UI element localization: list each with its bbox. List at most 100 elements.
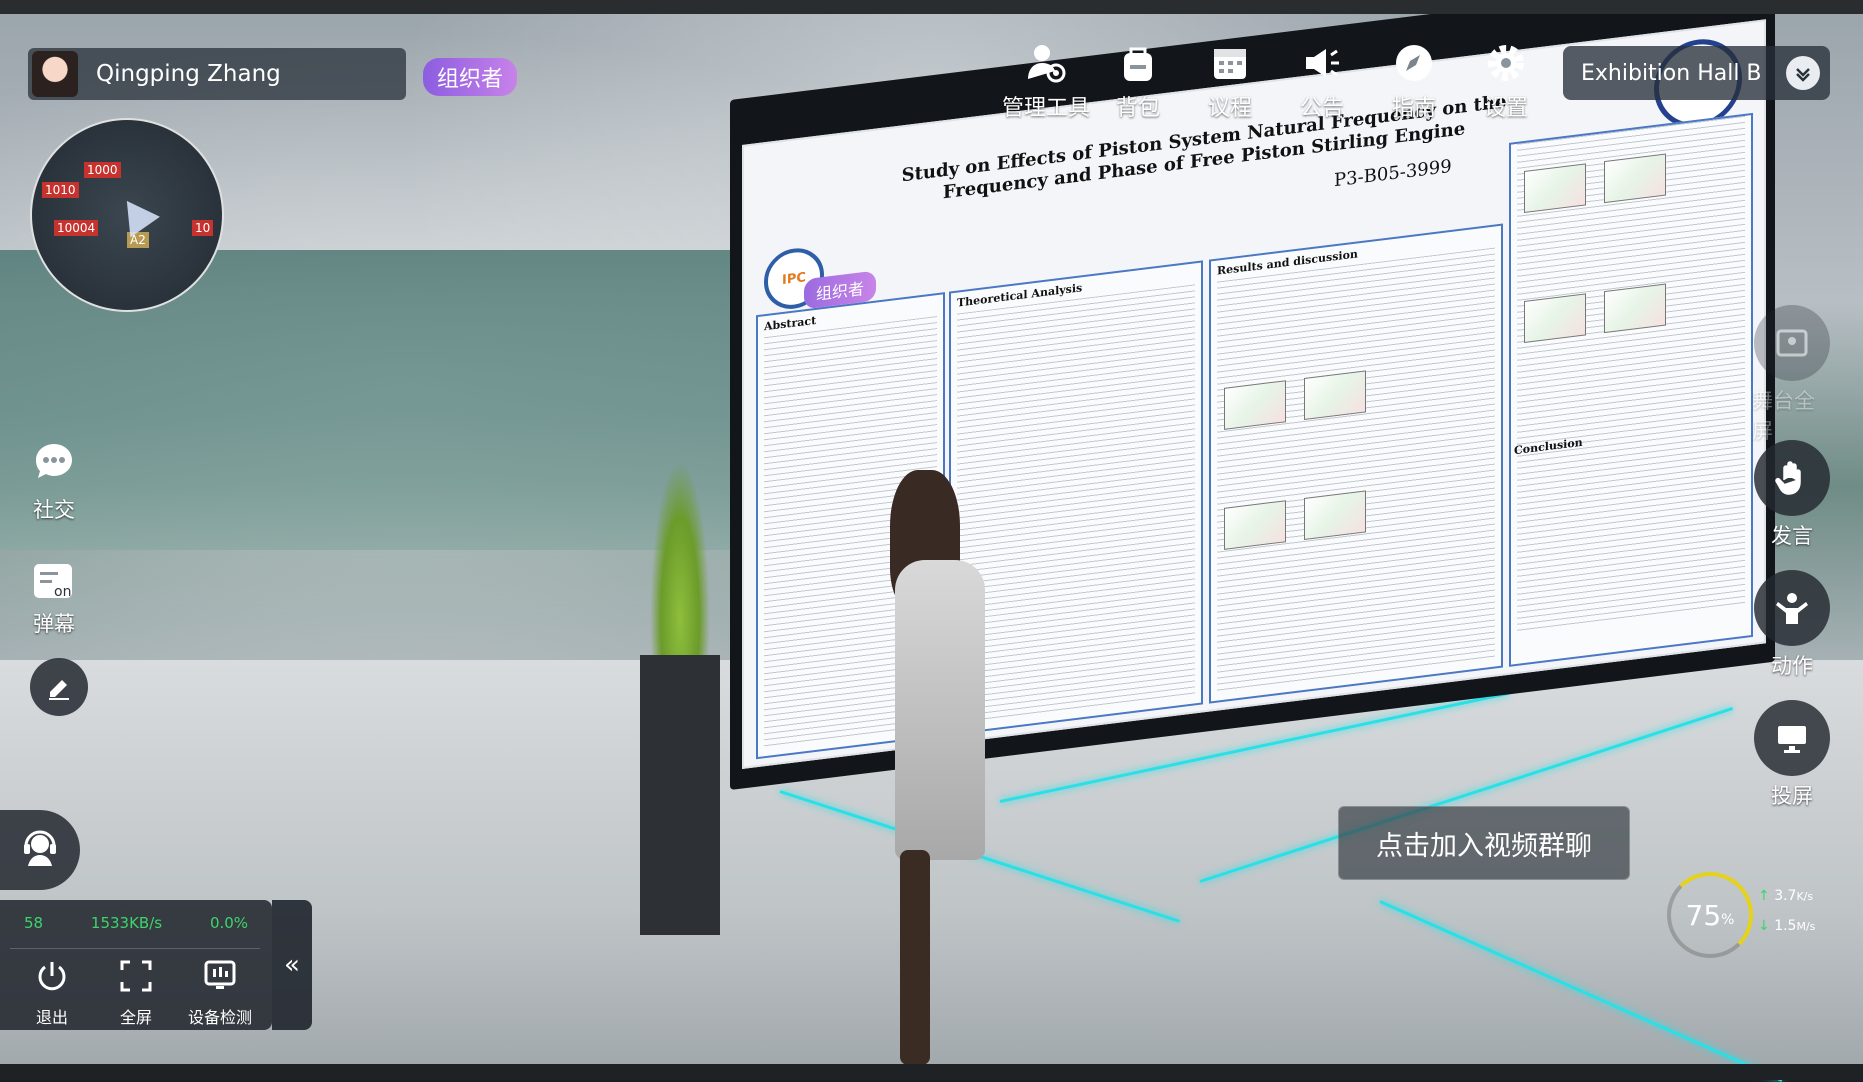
minimap[interactable]: 1010 1000 10004 A2 10 (30, 118, 224, 312)
avatar-dress (895, 560, 985, 860)
chat-bubble-icon (30, 438, 78, 490)
pencil-icon (30, 658, 88, 716)
chevron-down-icon (1786, 56, 1820, 90)
poster-figure (1524, 163, 1586, 213)
tool-label: 公告 (1299, 96, 1344, 121)
upload-value: 3.7 (1774, 888, 1797, 904)
fullscreen-button[interactable]: 全屏 (96, 958, 176, 1028)
user-card[interactable]: Qingping Zhang (28, 48, 406, 100)
tool-admin[interactable]: 管理工具 (1000, 40, 1092, 122)
arrow-up-icon: ↑ (1758, 888, 1770, 904)
poster-figure (1524, 293, 1586, 343)
stage-icon (1754, 305, 1830, 381)
poster-text-lines (1217, 247, 1495, 692)
stage-fullscreen-label: 舞台全屏 (1752, 389, 1815, 443)
customer-service-button[interactable] (0, 810, 80, 890)
headset-icon (18, 826, 62, 874)
poster-figure (1304, 370, 1366, 420)
minimap-tag: 10004 (54, 220, 99, 236)
raise-hand-icon (1754, 440, 1830, 516)
fullscreen-label: 全屏 (119, 1008, 152, 1027)
danmu-toggle[interactable]: on 弹幕 (30, 560, 78, 638)
device-check-icon (202, 958, 238, 998)
divider (10, 948, 260, 949)
collapse-panel-button[interactable]: « (272, 900, 312, 1030)
backpack-icon (1115, 40, 1161, 86)
megaphone-icon (1299, 40, 1345, 86)
poster-figure (1304, 490, 1366, 540)
speak-button[interactable]: 发言 (1752, 440, 1832, 550)
speak-label: 发言 (1771, 524, 1813, 548)
tool-backpack[interactable]: 背包 (1092, 40, 1184, 122)
action-button[interactable]: 动作 (1752, 570, 1832, 680)
top-toolbar: 管理工具 背包 议程 公告 指南 设置 (1000, 40, 1552, 122)
hall-selector[interactable]: Exhibition Hall B (1563, 46, 1830, 100)
bottom-edge (0, 1064, 1863, 1080)
user-name: Qingping Zhang (96, 61, 281, 87)
tool-label: 设置 (1483, 96, 1528, 121)
minimap-tag: 10 (192, 220, 214, 236)
role-badge: 组织者 (423, 58, 518, 96)
exit-button[interactable]: 退出 (12, 958, 92, 1028)
bandwidth-value: 1533KB/s (90, 914, 163, 932)
poster-figure (1224, 380, 1286, 430)
download-value: 1.5 (1774, 918, 1797, 934)
device-check-label: 设备检测 (187, 1008, 252, 1027)
packet-loss-value: 0.0% (209, 914, 249, 932)
poster-figure (1604, 153, 1666, 204)
network-meter: 75% (1667, 872, 1753, 958)
social-button[interactable]: 社交 (30, 438, 78, 524)
person-pose-icon (1754, 570, 1830, 646)
tool-label: 指南 (1391, 96, 1436, 121)
tool-label: 管理工具 (1001, 96, 1090, 121)
player-direction-icon (112, 190, 160, 238)
social-label: 社交 (33, 498, 75, 522)
compass-icon (1391, 40, 1437, 86)
poster-code: P3-B05-3999 (1334, 155, 1452, 192)
danmu-on-text: on (54, 584, 72, 600)
tool-label: 议程 (1207, 96, 1252, 121)
edit-button[interactable] (30, 658, 88, 716)
tool-label: 背包 (1115, 96, 1160, 121)
avatar (32, 51, 78, 97)
screen-icon (1754, 700, 1830, 776)
status-panel: 58 1533KB/s 0.0% 退出 全屏 设备检测 (0, 900, 272, 1030)
join-video-chat-button[interactable]: 点击加入视频群聊 (1338, 806, 1630, 880)
upload-unit: K/s (1796, 890, 1814, 903)
arrow-down-icon: ↓ (1758, 918, 1770, 934)
download-unit: M/s (1796, 920, 1816, 933)
fullscreen-icon (118, 958, 154, 998)
minimap-tag: 1000 (84, 162, 121, 178)
tool-guide[interactable]: 指南 (1368, 40, 1460, 122)
tool-agenda[interactable]: 议程 (1184, 40, 1276, 122)
danmu-label: 弹幕 (33, 612, 75, 636)
screen-cast-label: 投屏 (1771, 784, 1813, 808)
admin-tools-icon (1023, 40, 1069, 86)
network-unit: % (1721, 912, 1735, 928)
gear-icon (1483, 40, 1529, 86)
top-edge (0, 0, 1863, 14)
fps-value: 58 (23, 914, 44, 932)
upload-rate: ↑ 3.7K/s (1758, 888, 1813, 904)
exit-label: 退出 (35, 1008, 68, 1027)
calendar-icon (1207, 40, 1253, 86)
tool-settings[interactable]: 设置 (1460, 40, 1552, 122)
screen-cast-button[interactable]: 投屏 (1752, 700, 1832, 810)
danmu-icon: on (30, 560, 78, 604)
action-label: 动作 (1771, 654, 1813, 678)
plant-pot (640, 655, 720, 935)
stage-fullscreen-button[interactable]: 舞台全屏 (1752, 305, 1832, 445)
network-percent: 75 (1685, 898, 1722, 932)
power-icon (34, 958, 70, 998)
poster-column: Results and discussion (1209, 223, 1503, 704)
tool-announcement[interactable]: 公告 (1276, 40, 1368, 122)
avatar-leg (900, 850, 930, 1065)
device-check-button[interactable]: 设备检测 (180, 958, 260, 1028)
plant (650, 460, 710, 660)
hall-name: Exhibition Hall B (1581, 60, 1762, 86)
download-rate: ↓ 1.5M/s (1758, 918, 1815, 934)
poster-figure (1224, 500, 1286, 550)
minimap-tag: 1010 (42, 182, 79, 198)
poster-figure (1604, 283, 1666, 334)
stats-row: 58 1533KB/s 0.0% (0, 914, 272, 932)
